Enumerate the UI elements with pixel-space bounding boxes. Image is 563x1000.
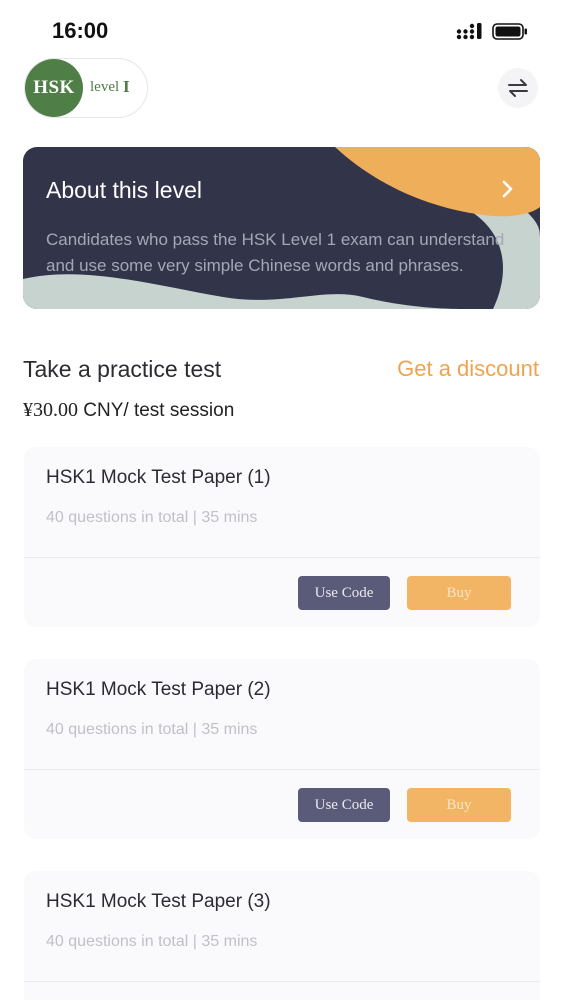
signal-icon <box>456 23 482 40</box>
status-time: 16:00 <box>52 18 109 43</box>
test-meta: 40 questions in total | 35 mins <box>46 721 258 738</box>
get-discount-link[interactable]: Get a discount <box>397 356 539 382</box>
test-meta: 40 questions in total | 35 mins <box>46 933 258 950</box>
use-code-button[interactable]: Use Code <box>298 788 390 822</box>
buy-button[interactable]: Buy <box>407 576 511 610</box>
level-label: level <box>90 79 120 95</box>
test-card[interactable]: HSK1 Mock Test Paper (2) 40 questions in… <box>24 659 540 839</box>
hsk-logo: HSK <box>25 59 83 117</box>
buy-button[interactable]: Buy <box>407 788 511 822</box>
test-title: HSK1 Mock Test Paper (2) <box>46 679 271 700</box>
about-title: About this level <box>46 177 202 203</box>
practice-section-title: Take a practice test <box>23 356 222 382</box>
battery-icon <box>492 23 527 40</box>
test-card[interactable]: HSK1 Mock Test Paper (1) 40 questions in… <box>24 447 540 627</box>
divider <box>24 557 540 558</box>
chevron-right-icon <box>502 180 513 198</box>
divider <box>24 981 540 982</box>
status-bar: 16:00 <box>0 0 563 60</box>
level-selector[interactable]: HSK level I <box>24 58 148 118</box>
price-amount: ¥30.00 <box>23 399 78 421</box>
test-title: HSK1 Mock Test Paper (1) <box>46 467 271 488</box>
level-number: I <box>123 77 130 96</box>
test-meta: 40 questions in total | 35 mins <box>46 509 258 526</box>
about-level-card[interactable]: About this level Candidates who pass the… <box>23 147 540 309</box>
test-card[interactable]: HSK1 Mock Test Paper (3) 40 questions in… <box>24 871 540 1000</box>
price-unit: CNY/ test session <box>78 400 235 421</box>
price-line: ¥30.00 CNY/ test session <box>23 399 234 422</box>
test-title: HSK1 Mock Test Paper (3) <box>46 891 271 912</box>
switch-level-button[interactable] <box>498 68 538 108</box>
divider <box>24 769 540 770</box>
use-code-button[interactable]: Use Code <box>298 576 390 610</box>
about-description: Candidates who pass the HSK Level 1 exam… <box>46 230 505 275</box>
swap-arrows-icon <box>508 79 528 97</box>
